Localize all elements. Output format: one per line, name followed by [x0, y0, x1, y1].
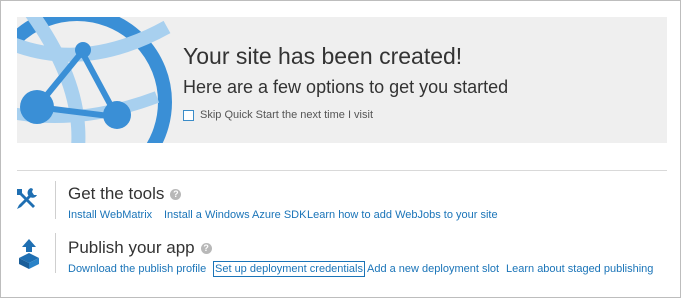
download-publish-profile-link[interactable]: Download the publish profile [68, 263, 206, 275]
section-title-get-the-tools: Get the tools? [68, 184, 182, 204]
quick-start-panel: Your site has been created! Here are a f… [0, 0, 681, 298]
add-deployment-slot-link[interactable]: Add a new deployment slot [367, 263, 499, 275]
setup-deployment-credentials-link[interactable]: Set up deployment credentials [213, 261, 365, 277]
azure-globe-logo [17, 17, 172, 143]
learn-webjobs-link[interactable]: Learn how to add WebJobs to your site [307, 209, 498, 221]
tools-icon [17, 188, 37, 209]
install-azure-sdk-link[interactable]: Install a Windows Azure SDK [164, 209, 306, 221]
help-icon[interactable]: ? [170, 188, 182, 200]
banner-title: Your site has been created! [183, 43, 463, 69]
learn-staged-publishing-link[interactable]: Learn about staged publishing [506, 263, 653, 275]
section-title-publish-your-app: Publish your app? [68, 238, 212, 258]
skip-quickstart-option[interactable]: Skip Quick Start the next time I visit [183, 109, 373, 121]
skip-quickstart-label: Skip Quick Start the next time I visit [200, 109, 374, 121]
tools-section-rule [55, 181, 56, 219]
skip-quickstart-checkbox[interactable] [183, 109, 194, 121]
publish-section-rule [55, 233, 56, 273]
help-icon[interactable]: ? [200, 242, 212, 254]
install-webmatrix-link[interactable]: Install WebMatrix [68, 209, 152, 221]
welcome-banner: Your site has been created! Here are a f… [17, 17, 667, 143]
publish-icon [19, 239, 39, 269]
section-divider [17, 170, 667, 171]
banner-subtitle: Here are a few options to get you starte… [183, 77, 509, 97]
